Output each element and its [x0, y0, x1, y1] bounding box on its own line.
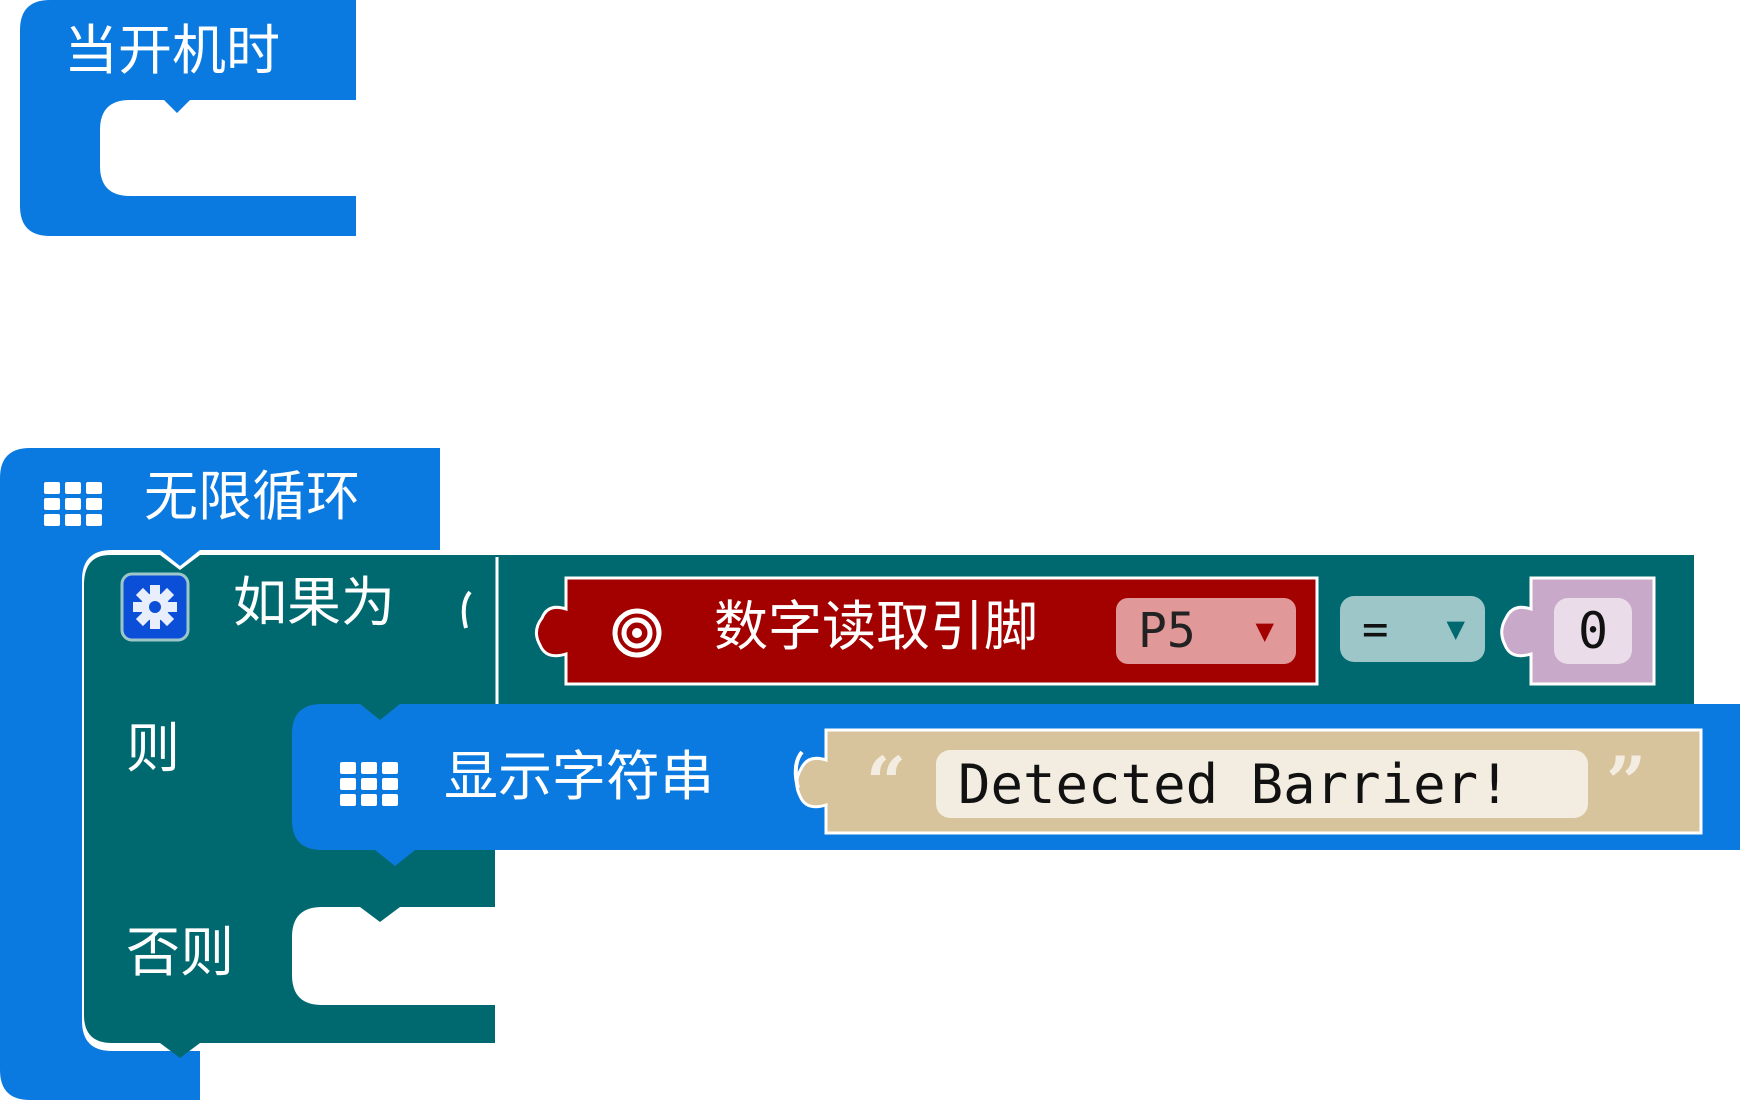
led-grid-icon [340, 762, 398, 806]
workspace-canvas [0, 0, 1740, 1100]
pin-dropdown[interactable]: P5 ▼ [1116, 598, 1296, 664]
if-label: 如果为 [233, 571, 395, 634]
compare-number-field[interactable]: 0 [1554, 598, 1632, 664]
chevron-down-icon: ▼ [1255, 617, 1274, 645]
target-icon [612, 608, 662, 658]
close-quote-icon: ” [1606, 741, 1647, 824]
open-quote-icon: “ [866, 741, 907, 824]
digital-read-label: 数字读取引脚 [714, 595, 1038, 658]
then-label: 则 [126, 717, 180, 780]
pin-value: P5 [1138, 603, 1196, 659]
led-grid-icon [44, 482, 102, 526]
compare-value: 0 [1577, 602, 1609, 660]
else-label: 否则 [126, 921, 234, 984]
gear-icon[interactable] [120, 572, 190, 642]
show-string-label: 显示字符串 [444, 745, 714, 808]
forever-label: 无限循环 [144, 465, 360, 528]
string-value: Detected Barrier! [958, 752, 1511, 816]
chevron-down-icon: ▼ [1446, 615, 1465, 643]
string-input-field[interactable]: Detected Barrier! [936, 750, 1588, 818]
on-start-label: 当开机时 [64, 19, 280, 82]
operator-dropdown[interactable]: = ▼ [1340, 596, 1485, 662]
operator-value: = [1362, 603, 1389, 655]
